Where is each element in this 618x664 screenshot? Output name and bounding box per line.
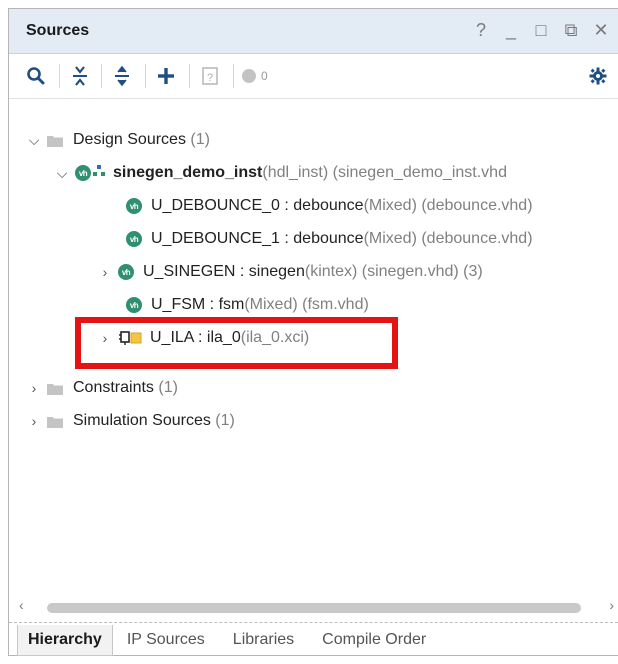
tab-libraries[interactable]: Libraries xyxy=(219,625,308,655)
tree-item-label: Constraints xyxy=(73,379,154,396)
tree-item-count: (1) xyxy=(158,379,178,396)
minimize-icon[interactable]: _ xyxy=(500,19,522,41)
horizontal-scrollbar[interactable]: ‹ › xyxy=(9,597,618,619)
hierarchy-tree: ⌵ Design Sources (1) ⌵ vh sinegen_demo_i… xyxy=(9,99,618,599)
highlight-box xyxy=(75,317,398,369)
tree-item-label: Design Sources xyxy=(73,131,186,148)
tree-item-constraints[interactable]: › Constraints (1) xyxy=(27,375,178,401)
chevron-down-icon[interactable]: ⌵ xyxy=(27,132,41,149)
scrollbar-thumb[interactable] xyxy=(47,603,581,613)
tab-ip-sources[interactable]: IP Sources xyxy=(113,625,219,655)
vhd-file-icon: vh xyxy=(75,165,91,181)
help-icon[interactable]: ? xyxy=(470,19,492,41)
tree-item-detail: (Mixed) (fsm.vhd) xyxy=(244,296,369,313)
scroll-left-icon[interactable]: ‹ xyxy=(19,597,24,613)
question-icon[interactable]: ? xyxy=(197,63,223,89)
tree-item-detail: (Mixed) (debounce.vhd) xyxy=(363,230,533,247)
tree-item-label: U_SINEGEN : sinegen xyxy=(143,263,305,280)
folder-icon xyxy=(47,415,63,428)
svg-text:?: ? xyxy=(207,72,213,84)
chevron-right-icon[interactable]: › xyxy=(27,380,41,396)
tree-item-label: Simulation Sources xyxy=(73,412,211,429)
tree-item-label: U_DEBOUNCE_1 : debounce xyxy=(151,230,364,247)
window-controls: ? _ □ ⧉ ✕ xyxy=(470,19,612,41)
tree-item-count: (1) xyxy=(215,412,235,429)
chevron-right-icon[interactable]: › xyxy=(98,264,112,280)
tree-item-detail: (hdl_inst) (sinegen_demo_inst.vhd xyxy=(262,164,507,181)
tree-item-label: sinegen_demo_inst xyxy=(113,164,263,181)
float-icon[interactable]: ⧉ xyxy=(560,19,582,41)
panel-title: Sources xyxy=(26,22,90,39)
status-indicator: 0 xyxy=(241,63,281,89)
tab-compile-order[interactable]: Compile Order xyxy=(308,625,440,655)
tree-item-label: U_DEBOUNCE_0 : debounce xyxy=(151,197,364,214)
expand-all-icon[interactable] xyxy=(109,63,135,89)
bottom-tabs: Hierarchy IP Sources Libraries Compile O… xyxy=(9,622,618,657)
sources-panel: Sources ? _ □ ⧉ ✕ ? 0 ⌵ Design Sources (… xyxy=(8,8,618,656)
tree-item-debounce-0[interactable]: vh U_DEBOUNCE_0 : debounce (Mixed) (debou… xyxy=(126,193,533,219)
vhd-file-icon: vh xyxy=(126,297,142,313)
tab-hierarchy[interactable]: Hierarchy xyxy=(17,624,113,656)
folder-icon xyxy=(47,134,63,147)
tree-item-count: (1) xyxy=(190,131,210,148)
chevron-right-icon[interactable]: › xyxy=(27,413,41,429)
vhd-file-icon: vh xyxy=(118,264,134,280)
tree-item-fsm[interactable]: vh U_FSM : fsm (Mixed) (fsm.vhd) xyxy=(126,292,369,318)
tree-item-top-inst[interactable]: ⌵ vh sinegen_demo_inst (hdl_inst) (sinege… xyxy=(55,160,507,186)
chevron-down-icon[interactable]: ⌵ xyxy=(55,165,69,182)
search-icon[interactable] xyxy=(23,63,49,89)
plus-icon[interactable] xyxy=(153,63,179,89)
tree-item-label: U_FSM : fsm xyxy=(151,296,245,313)
tree-item-detail: (kintex) (sinegen.vhd) (3) xyxy=(304,263,483,280)
tree-item-detail: (Mixed) (debounce.vhd) xyxy=(363,197,533,214)
vhd-file-icon: vh xyxy=(126,198,142,214)
hierarchy-icon xyxy=(93,164,105,182)
gear-icon[interactable] xyxy=(587,63,609,89)
folder-icon xyxy=(47,382,63,395)
tree-item-sinegen[interactable]: › vh U_SINEGEN : sinegen (kintex) (sinege… xyxy=(98,259,483,285)
toolbar: ? 0 xyxy=(9,54,618,99)
close-icon[interactable]: ✕ xyxy=(590,19,612,41)
vhd-file-icon: vh xyxy=(126,231,142,247)
collapse-all-icon[interactable] xyxy=(67,63,93,89)
tree-item-design-sources[interactable]: ⌵ Design Sources (1) xyxy=(27,127,210,153)
scroll-right-icon[interactable]: › xyxy=(609,597,614,613)
tree-item-debounce-1[interactable]: vh U_DEBOUNCE_1 : debounce (Mixed) (debou… xyxy=(126,226,533,252)
tree-item-simulation-sources[interactable]: › Simulation Sources (1) xyxy=(27,408,235,434)
status-count: 0 xyxy=(261,69,268,83)
maximize-icon[interactable]: □ xyxy=(530,19,552,41)
panel-header: Sources ? _ □ ⧉ ✕ xyxy=(9,9,618,54)
